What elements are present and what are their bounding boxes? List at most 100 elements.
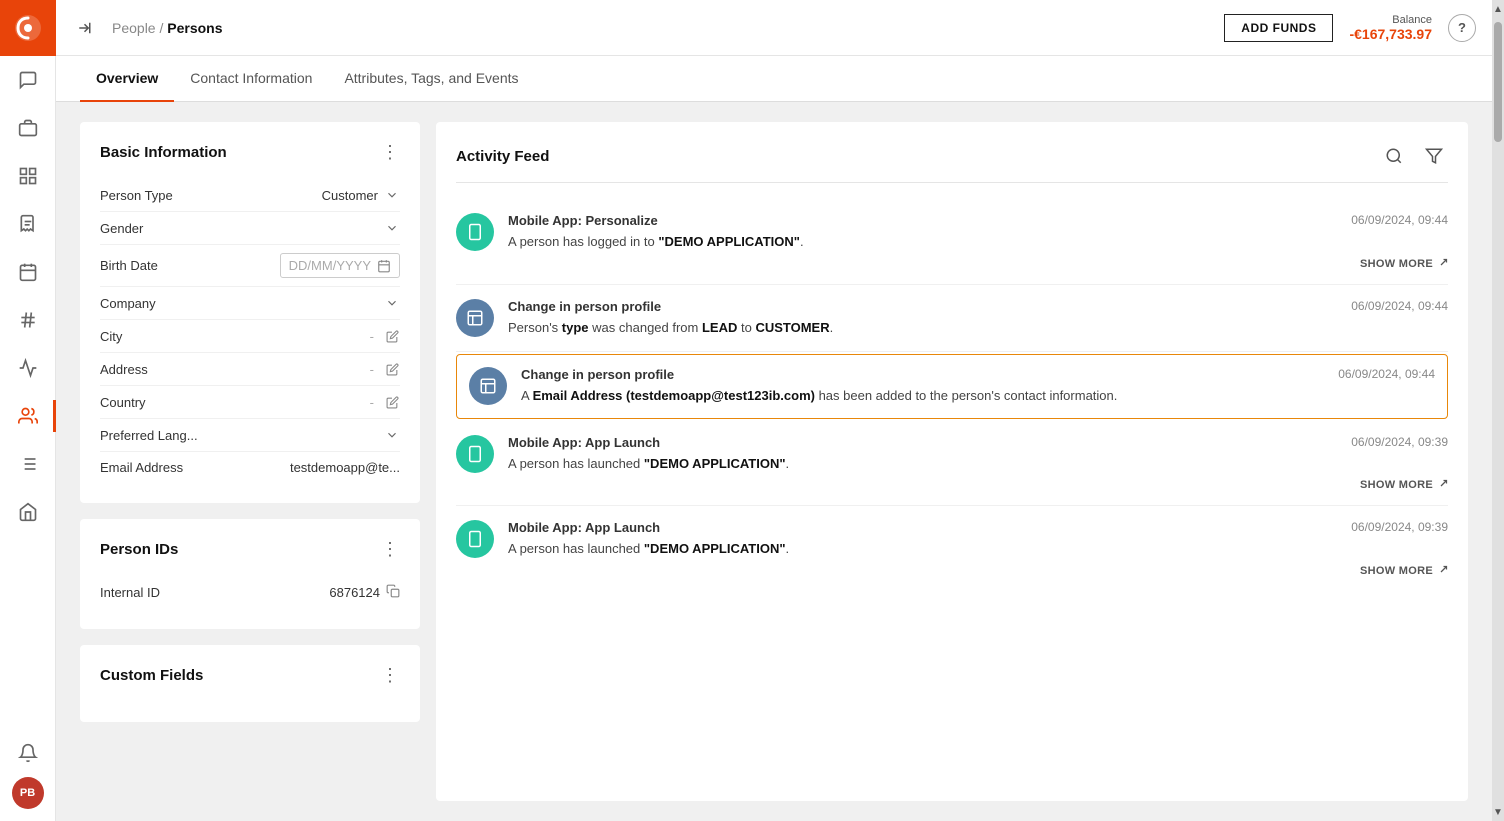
city-edit-icon[interactable] [384,328,400,344]
scrollbar-down-button[interactable]: ▼ [1492,803,1504,821]
activity-header-5: Mobile App: App Launch 06/09/2024, 09:39 [508,520,1448,535]
add-funds-button[interactable]: ADD FUNDS [1224,14,1333,42]
custom-fields-title: Custom Fields [100,667,203,684]
activity-list: Mobile App: Personalize 06/09/2024, 09:4… [456,199,1448,781]
activity-item-1: Mobile App: Personalize 06/09/2024, 09:4… [456,199,1448,285]
sidebar-item-list[interactable] [0,440,56,488]
email-row: Email Address testdemoapp@te... [100,452,400,483]
activity-content-4: Mobile App: App Launch 06/09/2024, 09:39… [508,435,1448,492]
basic-info-card: Basic Information ⋮ Person Type Customer [80,122,420,503]
show-more-button-1[interactable]: SHOW MORE [1360,258,1448,270]
activity-time-2: 06/09/2024, 09:44 [1351,299,1448,313]
sidebar-item-chat[interactable] [0,56,56,104]
person-ids-title: Person IDs [100,541,178,558]
activity-body-2: Person's type was changed from LEAD to C… [508,318,1448,338]
activity-header-1: Mobile App: Personalize 06/09/2024, 09:4… [508,213,1448,228]
activity-dot-5 [456,520,494,558]
custom-fields-menu-button[interactable]: ⋮ [381,665,400,686]
user-avatar[interactable]: PB [12,777,44,809]
activity-content-5: Mobile App: App Launch 06/09/2024, 09:39… [508,520,1448,577]
person-ids-menu-button[interactable]: ⋮ [381,539,400,560]
company-value[interactable] [240,295,400,311]
activity-header-3: Change in person profile 06/09/2024, 09:… [521,367,1435,382]
activity-feed-panel: Activity Feed [436,122,1468,801]
sidebar-item-notifications[interactable] [0,729,56,777]
activity-item-4: Mobile App: App Launch 06/09/2024, 09:39… [456,421,1448,507]
custom-fields-card: Custom Fields ⋮ [80,645,420,722]
gender-value[interactable] [240,220,400,236]
breadcrumb: People / Persons [112,20,223,36]
show-more-1: SHOW MORE [508,258,1448,270]
scrollbar-thumb[interactable] [1494,22,1502,142]
email-text: testdemoapp@te... [290,460,400,475]
sidebar-item-calendar[interactable] [0,248,56,296]
activity-content-2: Change in person profile 06/09/2024, 09:… [508,299,1448,338]
country-value[interactable]: - [240,394,400,410]
sidebar-item-chart[interactable] [0,152,56,200]
activity-item-5: Mobile App: App Launch 06/09/2024, 09:39… [456,506,1448,591]
activity-body-5: A person has launched "DEMO APPLICATION"… [508,539,1448,559]
birth-date-input[interactable]: DD/MM/YYYY [280,253,400,278]
country-edit-icon[interactable] [384,394,400,410]
main-content: People / Persons ADD FUNDS Balance -€167… [56,0,1492,821]
activity-body-1: A person has logged in to "DEMO APPLICAT… [508,232,1448,252]
help-button[interactable]: ? [1448,14,1476,42]
preferred-lang-value[interactable] [240,427,400,443]
address-edit-icon[interactable] [384,361,400,377]
tabs-bar: Overview Contact Information Attributes,… [56,56,1492,102]
city-value[interactable]: - [240,328,400,344]
expand-sidebar-button[interactable] [72,14,100,42]
activity-body-4: A person has launched "DEMO APPLICATION"… [508,454,1448,474]
activity-dot-3 [469,367,507,405]
sidebar-item-briefcase[interactable] [0,104,56,152]
email-label: Email Address [100,460,240,475]
company-row: Company [100,287,400,320]
sidebar-item-hashtag[interactable] [0,296,56,344]
feed-header: Activity Feed [456,142,1448,183]
custom-fields-header: Custom Fields ⋮ [100,665,400,686]
sidebar-item-analytics[interactable] [0,344,56,392]
sidebar-item-receipt[interactable] [0,200,56,248]
company-chevron [384,295,400,311]
feed-actions [1380,142,1448,170]
internal-id-value-wrap: 6876124 [329,584,400,601]
city-row: City - [100,320,400,353]
activity-dot-2 [456,299,494,337]
email-value: testdemoapp@te... [240,460,400,475]
tab-overview[interactable]: Overview [80,56,174,102]
app-logo[interactable] [0,0,56,56]
address-value[interactable]: - [240,361,400,377]
sidebar-item-people[interactable] [0,392,56,440]
tab-attributes[interactable]: Attributes, Tags, and Events [328,56,534,102]
show-more-5: SHOW MORE [508,565,1448,577]
sidebar-item-store[interactable] [0,488,56,536]
right-scrollbar: ▲ ▼ [1492,0,1504,821]
feed-filter-button[interactable] [1420,142,1448,170]
activity-dot-1 [456,213,494,251]
preferred-lang-label: Preferred Lang... [100,428,240,443]
activity-title-4: Mobile App: App Launch [508,435,660,450]
show-more-button-5[interactable]: SHOW MORE [1360,565,1448,577]
header-right: ADD FUNDS Balance -€167,733.97 ? [1224,14,1476,42]
body-scroll: Basic Information ⋮ Person Type Customer [56,102,1492,821]
breadcrumb-prefix: People / [112,20,167,36]
top-header: People / Persons ADD FUNDS Balance -€167… [56,0,1492,56]
birth-date-row: Birth Date DD/MM/YYYY [100,245,400,287]
balance-value: -€167,733.97 [1349,26,1432,42]
feed-search-button[interactable] [1380,142,1408,170]
show-more-button-4[interactable]: SHOW MORE [1360,479,1448,491]
activity-content-3: Change in person profile 06/09/2024, 09:… [521,367,1435,406]
internal-id-copy-icon[interactable] [386,584,400,601]
birth-date-value[interactable]: DD/MM/YYYY [240,253,400,278]
content-area: Overview Contact Information Attributes,… [56,56,1492,821]
person-ids-card: Person IDs ⋮ Internal ID 6876124 [80,519,420,629]
balance-label: Balance [1349,14,1432,26]
activity-body-3: A Email Address (testdemoapp@test123ib.c… [521,386,1435,406]
tab-contact[interactable]: Contact Information [174,56,328,102]
basic-info-menu-button[interactable]: ⋮ [381,142,400,163]
scrollbar-up-button[interactable]: ▲ [1492,0,1504,18]
activity-title-2: Change in person profile [508,299,661,314]
breadcrumb-current: Persons [167,20,222,36]
activity-header-4: Mobile App: App Launch 06/09/2024, 09:39 [508,435,1448,450]
person-type-value[interactable]: Customer [240,187,400,203]
